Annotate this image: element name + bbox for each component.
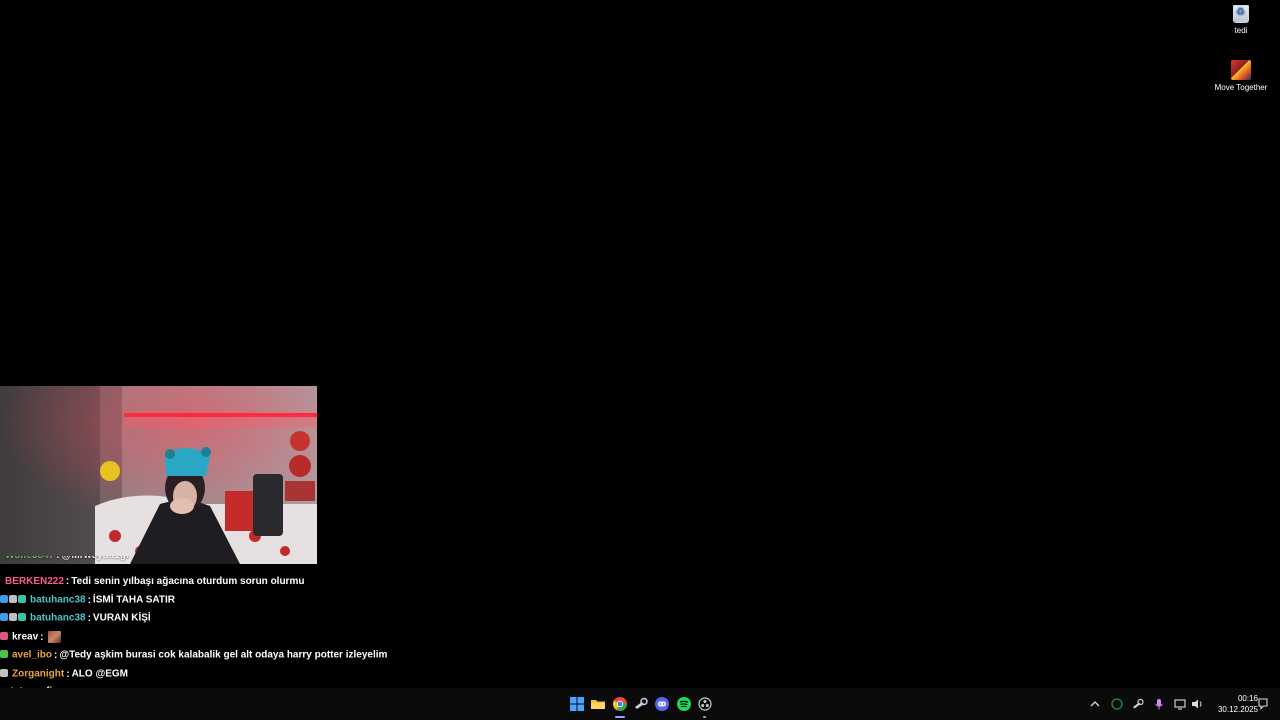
- microphone-icon[interactable]: [1152, 697, 1166, 711]
- chat-separator: :: [40, 631, 44, 643]
- taskbar: 00:16 30.12.2025: [0, 688, 1280, 720]
- running-app-indicator: [703, 716, 706, 718]
- chat-separator: :: [66, 668, 70, 680]
- game-thumbnail-icon: [1231, 60, 1251, 80]
- chat-badges: [0, 666, 9, 682]
- chat-separator: :: [54, 649, 58, 661]
- chat-badge-icon: [0, 595, 8, 604]
- webcam-feed: [0, 386, 317, 564]
- desktop-icon-label: Move Together: [1214, 83, 1268, 92]
- chat-emote-icon: [48, 631, 62, 643]
- chat-username[interactable]: Zorganight: [12, 669, 64, 680]
- obs-icon[interactable]: [697, 696, 713, 712]
- chat-badge-icon: [0, 613, 8, 622]
- chat-message-text: VURAN KİŞİ: [92, 612, 151, 624]
- xbox-icon[interactable]: [1110, 697, 1124, 711]
- chat-message: batuhanc38: İSMİ TAHA SATIR: [0, 592, 175, 608]
- chat-message: Zorganight: ALO @EGM: [0, 666, 128, 682]
- desktop-icon-label: tedi: [1234, 26, 1248, 35]
- chat-badge-icon: [18, 595, 26, 604]
- chat-badge-icon: [0, 650, 8, 659]
- network-icon[interactable]: [1173, 697, 1187, 711]
- desktop-icon-recycle-bin[interactable]: tedi: [1211, 5, 1271, 36]
- chat-username[interactable]: batuhanc38: [30, 595, 86, 606]
- chevron-up-icon[interactable]: [1088, 697, 1102, 711]
- chat-message-text: Tedi senin yılbaşı ağacına oturdum sorun…: [71, 576, 305, 587]
- active-app-indicator: [615, 716, 625, 718]
- chat-badges: [0, 592, 27, 608]
- chat-badge-icon: [0, 632, 8, 641]
- chat-badge-icon: [0, 669, 8, 678]
- chat-message-text: @Tedy aşkim burasi cok kalabalik gel alt…: [59, 649, 388, 661]
- chat-username[interactable]: avel_ibo: [12, 650, 52, 661]
- chat-message: kreav:: [0, 629, 62, 645]
- chat-message-text: İSMİ TAHA SATIR: [92, 594, 175, 606]
- chat-message-text: ALO @EGM: [71, 668, 128, 680]
- chat-badge-icon: [18, 613, 26, 622]
- chat-username[interactable]: kreav: [12, 632, 38, 643]
- chat-message: avel_ibo: @Tedy aşkim burasi cok kalabali…: [0, 647, 387, 663]
- chat-message-text: @Mrweyda1gi: [62, 556, 129, 561]
- steam-icon[interactable]: [633, 696, 649, 712]
- chat-message: batuhanc38: VURAN KİŞİ: [0, 610, 151, 626]
- spotify-icon[interactable]: [676, 696, 692, 712]
- chat-username[interactable]: batuhanc38: [30, 613, 86, 624]
- chat-badges: [0, 647, 9, 663]
- chat-username[interactable]: Wolfe3847: [5, 556, 54, 561]
- chat-badge-icon: [9, 613, 17, 622]
- system-clock[interactable]: 00:16 30.12.2025: [1206, 693, 1258, 715]
- chat-message: BERKEN222: Tedi senin yılbaşı ağacına otu…: [0, 574, 304, 590]
- volume-icon[interactable]: [1190, 697, 1204, 711]
- clock-date: 30.12.2025: [1217, 705, 1258, 714]
- start-icon[interactable]: [569, 696, 585, 712]
- chat-message: Wolfe3847:@Mrweyda1gi: [0, 556, 129, 564]
- chat-badge-icon: [9, 595, 17, 604]
- recycle-bin-icon: [1233, 5, 1249, 23]
- file-explorer-icon[interactable]: [590, 696, 606, 712]
- chat-separator: :: [87, 594, 91, 606]
- chrome-icon[interactable]: [612, 696, 628, 712]
- clock-time: 00:16: [1237, 694, 1258, 703]
- chat-username[interactable]: BERKEN222: [5, 576, 64, 587]
- chat-badges: [0, 629, 9, 645]
- discord-icon[interactable]: [654, 696, 670, 712]
- chat-separator: :: [87, 612, 91, 624]
- desktop-icon-move-together[interactable]: Move Together: [1211, 60, 1271, 93]
- chat-separator: :: [65, 576, 70, 587]
- steam-tray-icon[interactable]: [1131, 697, 1145, 711]
- chat-badges: [0, 610, 27, 626]
- chat-separator: :: [56, 556, 59, 561]
- notifications-icon[interactable]: [1256, 697, 1270, 711]
